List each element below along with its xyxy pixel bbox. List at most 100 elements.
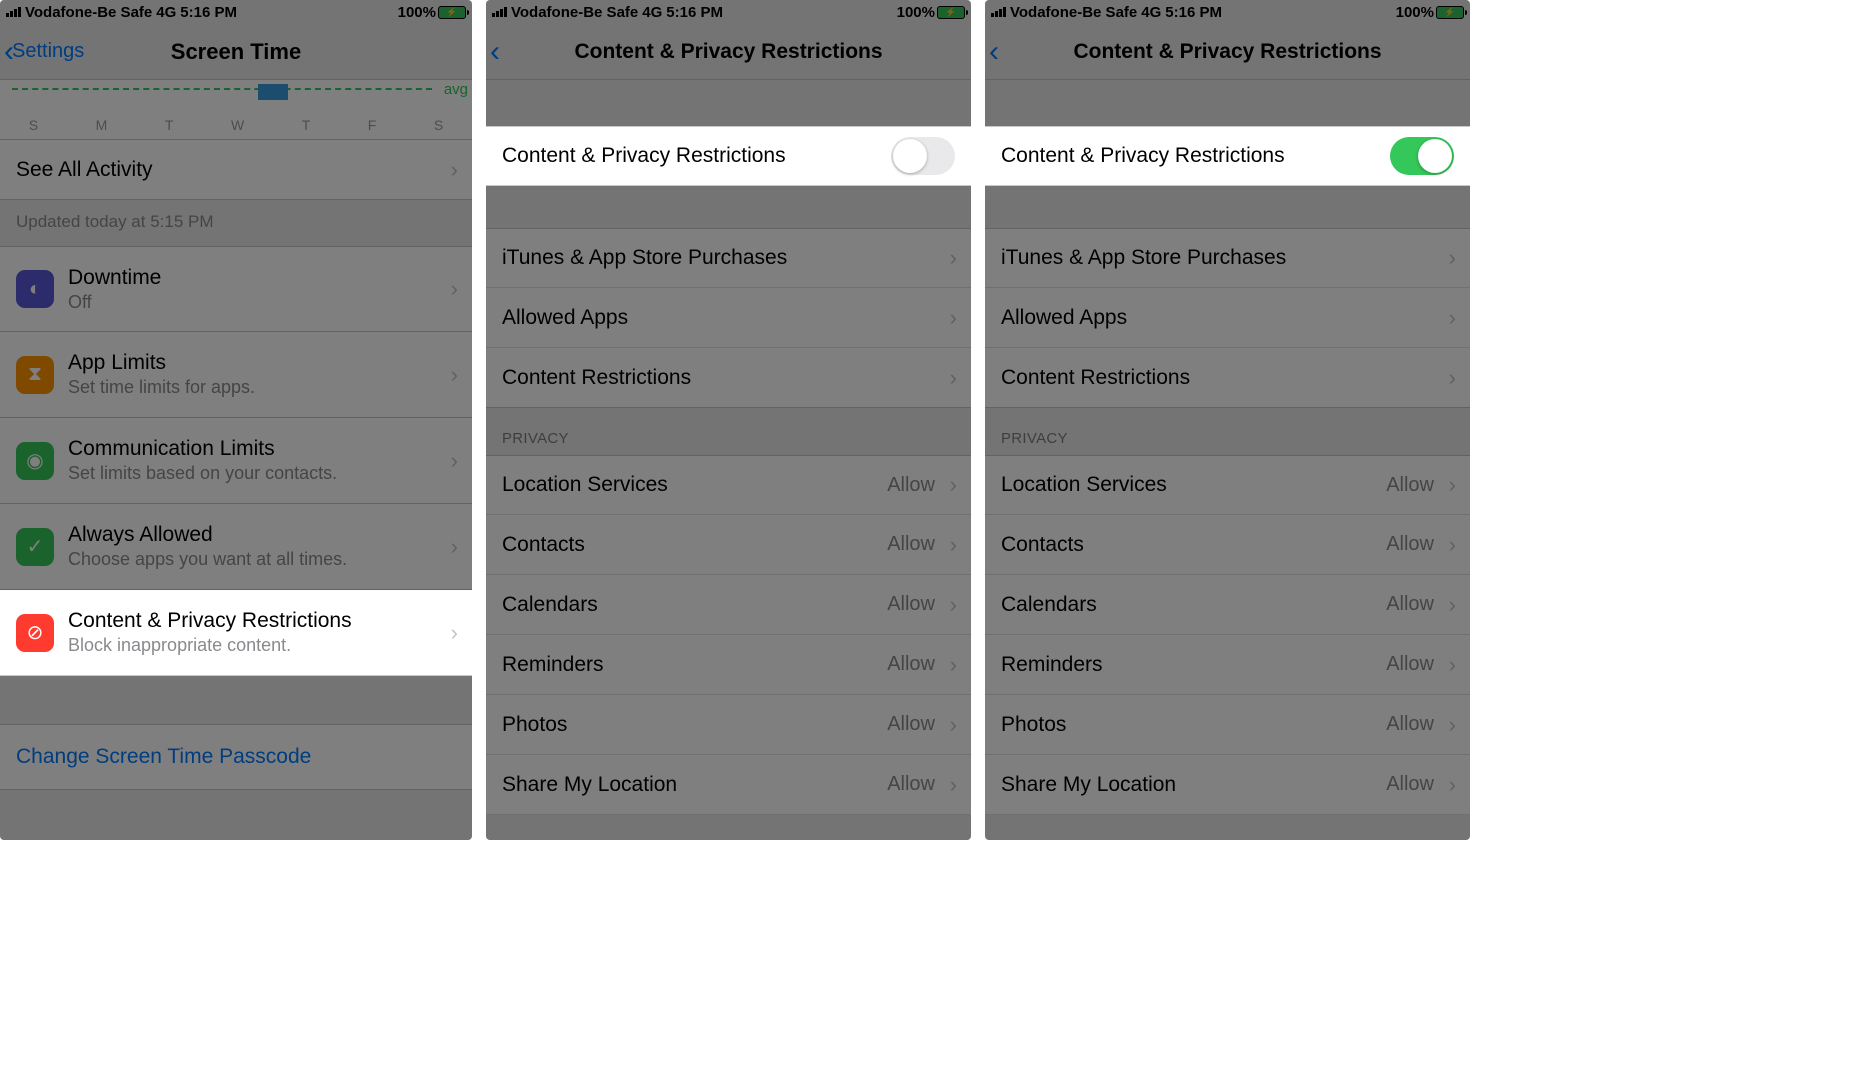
day-label: T	[165, 117, 174, 133]
row-value: Allow	[1386, 593, 1434, 616]
battery-icon: ⚡	[438, 6, 466, 19]
clock-label: 5:16 PM	[180, 4, 237, 21]
signal-icon	[991, 7, 1006, 17]
chevron-right-icon: ›	[1449, 365, 1456, 391]
content-privacy-toggle-row[interactable]: Content & Privacy Restrictions	[985, 126, 1470, 186]
always-allowed-row[interactable]: ✓ Always Allowed Choose apps you want at…	[0, 504, 472, 590]
day-label: M	[96, 117, 108, 133]
chevron-right-icon: ›	[950, 712, 957, 738]
photos-row[interactable]: Photos Allow ›	[985, 695, 1470, 755]
reminders-row[interactable]: Reminders Allow ›	[486, 635, 971, 695]
content-privacy-toggle-row[interactable]: Content & Privacy Restrictions	[486, 126, 971, 186]
row-label: Communication Limits	[68, 437, 337, 461]
day-label: T	[302, 117, 311, 133]
screenshot-1: Vodafone-Be Safe 4G 5:16 PM 100% ⚡ ‹ Set…	[0, 0, 472, 840]
row-label: Contacts	[1001, 533, 1084, 557]
photos-row[interactable]: Photos Allow ›	[486, 695, 971, 755]
status-bar: Vodafone-Be Safe 4G 5:16 PM 100% ⚡	[985, 0, 1470, 24]
see-all-activity-row[interactable]: See All Activity ›	[0, 140, 472, 200]
toggle-switch[interactable]	[891, 137, 955, 175]
battery-percent: 100%	[1396, 4, 1434, 21]
location-services-row[interactable]: Location Services Allow ›	[985, 455, 1470, 515]
chevron-right-icon: ›	[1449, 652, 1456, 678]
row-value: Allow	[1386, 474, 1434, 497]
nav-bar: ‹ Settings Screen Time	[0, 24, 472, 80]
restriction-icon: ⊘	[16, 614, 54, 652]
toggle-switch[interactable]	[1390, 137, 1454, 175]
itunes-purchases-row[interactable]: iTunes & App Store Purchases ›	[985, 228, 1470, 288]
chevron-right-icon: ›	[451, 362, 458, 388]
content-restrictions-row[interactable]: Content Restrictions ›	[486, 348, 971, 408]
allowed-apps-row[interactable]: Allowed Apps ›	[486, 288, 971, 348]
row-label: See All Activity	[16, 158, 153, 182]
back-button[interactable]: ‹	[985, 35, 997, 69]
content-restrictions-row[interactable]: Content Restrictions ›	[985, 348, 1470, 408]
back-button[interactable]: ‹ Settings	[0, 35, 84, 69]
itunes-purchases-row[interactable]: iTunes & App Store Purchases ›	[486, 228, 971, 288]
status-bar: Vodafone-Be Safe 4G 5:16 PM 100% ⚡	[0, 0, 472, 24]
share-location-row[interactable]: Share My Location Allow ›	[985, 755, 1470, 815]
row-label: Photos	[1001, 713, 1066, 737]
updated-label: Updated today at 5:15 PM	[0, 200, 472, 246]
chevron-right-icon: ›	[1449, 245, 1456, 271]
row-label: Content Restrictions	[502, 366, 691, 390]
content-privacy-row[interactable]: ⊘ Content & Privacy Restrictions Block i…	[0, 590, 472, 676]
row-label: App Limits	[68, 351, 255, 375]
chevron-left-icon: ‹	[989, 35, 999, 69]
row-label: Share My Location	[1001, 773, 1176, 797]
chevron-right-icon: ›	[1449, 712, 1456, 738]
network-label: 4G	[156, 4, 176, 21]
battery-percent: 100%	[398, 4, 436, 21]
contacts-row[interactable]: Contacts Allow ›	[985, 515, 1470, 575]
chart-bar	[258, 84, 288, 100]
day-label: S	[29, 117, 38, 133]
privacy-section-header: PRIVACY	[486, 408, 971, 455]
allowed-apps-row[interactable]: Allowed Apps ›	[985, 288, 1470, 348]
share-location-row[interactable]: Share My Location Allow ›	[486, 755, 971, 815]
clock-label: 5:16 PM	[1165, 4, 1222, 21]
chevron-right-icon: ›	[950, 772, 957, 798]
row-value: Allow	[887, 653, 935, 676]
row-sub: Choose apps you want at all times.	[68, 549, 347, 570]
link-label: Change Screen Time Passcode	[16, 745, 311, 768]
row-label: Content & Privacy Restrictions	[68, 609, 352, 633]
app-limits-row[interactable]: ⧗ App Limits Set time limits for apps. ›	[0, 332, 472, 418]
row-sub: Block inappropriate content.	[68, 635, 352, 656]
location-services-row[interactable]: Location Services Allow ›	[486, 455, 971, 515]
day-label: S	[434, 117, 443, 133]
page-title: Content & Privacy Restrictions	[486, 40, 971, 64]
nav-bar: ‹ Content & Privacy Restrictions	[486, 24, 971, 80]
row-label: Location Services	[502, 473, 668, 497]
downtime-row[interactable]: ◐ Downtime Off ›	[0, 246, 472, 332]
chevron-right-icon: ›	[950, 532, 957, 558]
change-passcode-button[interactable]: Change Screen Time Passcode	[0, 724, 472, 790]
status-bar: Vodafone-Be Safe 4G 5:16 PM 100% ⚡	[486, 0, 971, 24]
row-label: Downtime	[68, 266, 161, 290]
check-icon: ✓	[16, 528, 54, 566]
contacts-row[interactable]: Contacts Allow ›	[486, 515, 971, 575]
chevron-right-icon: ›	[1449, 472, 1456, 498]
carrier-label: Vodafone-Be Safe	[511, 4, 638, 21]
row-label: iTunes & App Store Purchases	[1001, 246, 1286, 270]
row-label: Calendars	[1001, 593, 1097, 617]
chevron-right-icon: ›	[950, 365, 957, 391]
row-value: Allow	[1386, 773, 1434, 796]
chevron-left-icon: ‹	[490, 35, 500, 69]
reminders-row[interactable]: Reminders Allow ›	[985, 635, 1470, 695]
calendars-row[interactable]: Calendars Allow ›	[985, 575, 1470, 635]
chart-avg-label: avg	[444, 81, 468, 98]
row-value: Allow	[1386, 533, 1434, 556]
calendars-row[interactable]: Calendars Allow ›	[486, 575, 971, 635]
row-label: Calendars	[502, 593, 598, 617]
communication-limits-row[interactable]: ◉ Communication Limits Set limits based …	[0, 418, 472, 504]
row-label: iTunes & App Store Purchases	[502, 246, 787, 270]
spacer	[985, 186, 1470, 228]
back-button[interactable]: ‹	[486, 35, 498, 69]
row-label: Content Restrictions	[1001, 366, 1190, 390]
row-label: Location Services	[1001, 473, 1167, 497]
contacts-icon: ◉	[16, 442, 54, 480]
downtime-icon: ◐	[16, 270, 54, 308]
day-label: W	[231, 117, 244, 133]
hourglass-icon: ⧗	[16, 356, 54, 394]
usage-chart[interactable]: avg S M T W T F S	[0, 80, 472, 140]
